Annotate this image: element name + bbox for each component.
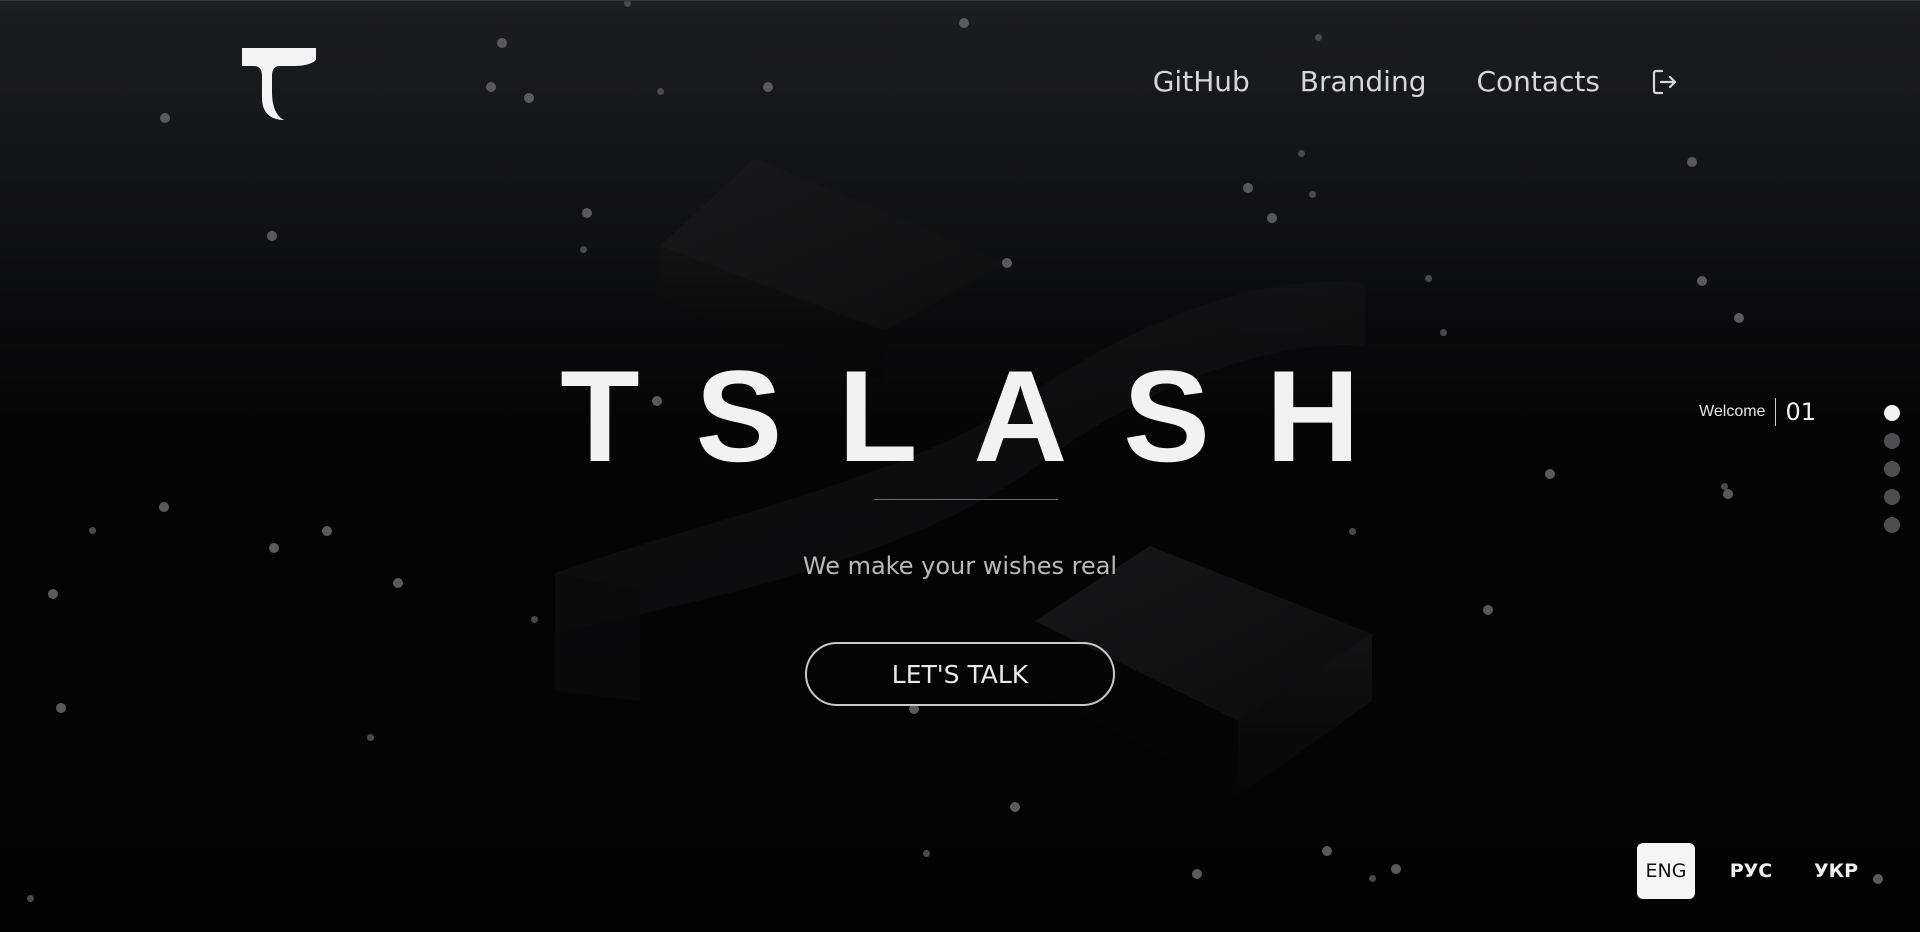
nav-link-github[interactable]: GitHub — [1153, 68, 1250, 96]
particle-dot — [657, 88, 664, 95]
particle-dot — [531, 616, 538, 623]
particle-dot — [1873, 874, 1883, 884]
lang-button-eng[interactable]: ENG — [1637, 843, 1695, 899]
particle-dot — [486, 82, 496, 92]
particle-dot — [497, 38, 507, 48]
landing-page: GitHub Branding Contacts TSLASH We make … — [0, 0, 1920, 932]
logout-icon[interactable] — [1650, 67, 1680, 97]
section-pager — [1884, 405, 1900, 545]
particle-dot — [1697, 276, 1707, 286]
pager-dot-1[interactable] — [1884, 405, 1900, 421]
nav-link-contacts[interactable]: Contacts — [1476, 68, 1600, 96]
top-nav: GitHub Branding Contacts — [1153, 67, 1680, 97]
particle-dot — [1192, 869, 1202, 879]
particle-dot — [1243, 183, 1253, 193]
hero-title: TSLASH — [560, 343, 1416, 489]
particle-dot — [1440, 329, 1447, 336]
particle-dot — [1002, 258, 1012, 268]
particle-dot — [524, 93, 534, 103]
lang-button-ukr[interactable]: УКР — [1807, 843, 1865, 899]
particle-dot — [580, 246, 587, 253]
particle-dot — [1369, 875, 1376, 882]
particle-dot — [582, 208, 592, 218]
particle-dot — [48, 589, 58, 599]
particle-dot — [159, 502, 169, 512]
particle-dot — [56, 703, 66, 713]
section-number: 01 — [1785, 398, 1816, 426]
nav-link-branding[interactable]: Branding — [1300, 68, 1427, 96]
hero-subtitle: We make your wishes real — [802, 552, 1118, 580]
particle-dot — [1425, 275, 1432, 282]
lang-button-rus[interactable]: РУС — [1722, 843, 1780, 899]
particle-dot — [322, 526, 332, 536]
particle-dot — [1391, 864, 1401, 874]
particle-dot — [1687, 157, 1697, 167]
particle-dot — [27, 895, 34, 902]
section-indicator: Welcome 01 — [1699, 398, 1816, 426]
particle-dot — [267, 231, 277, 241]
particle-dot — [1734, 313, 1744, 323]
particle-dot — [1483, 605, 1493, 615]
particle-dot — [1010, 802, 1020, 812]
particle-dot — [923, 850, 930, 857]
particle-dot — [959, 18, 969, 28]
particle-dot — [160, 113, 170, 123]
particle-dot — [1322, 846, 1332, 856]
pager-dot-3[interactable] — [1884, 461, 1900, 477]
pager-dot-2[interactable] — [1884, 433, 1900, 449]
particle-dot — [367, 734, 374, 741]
section-name: Welcome — [1699, 398, 1777, 426]
particle-dot — [1349, 528, 1356, 535]
tslash-logo-icon[interactable] — [240, 46, 318, 122]
pager-dot-5[interactable] — [1884, 517, 1900, 533]
particle-dot — [624, 1, 631, 7]
hero-divider — [874, 499, 1058, 500]
language-switcher: ENG РУС УКР — [1637, 843, 1865, 899]
particle-dot — [1315, 34, 1322, 41]
particle-dot — [763, 82, 773, 92]
particle-dot — [89, 527, 96, 534]
particle-dot — [1309, 191, 1316, 198]
pager-dot-4[interactable] — [1884, 489, 1900, 505]
particle-dot — [1298, 150, 1305, 157]
particle-dot — [1267, 213, 1277, 223]
lets-talk-button[interactable]: LET'S TALK — [805, 642, 1115, 706]
